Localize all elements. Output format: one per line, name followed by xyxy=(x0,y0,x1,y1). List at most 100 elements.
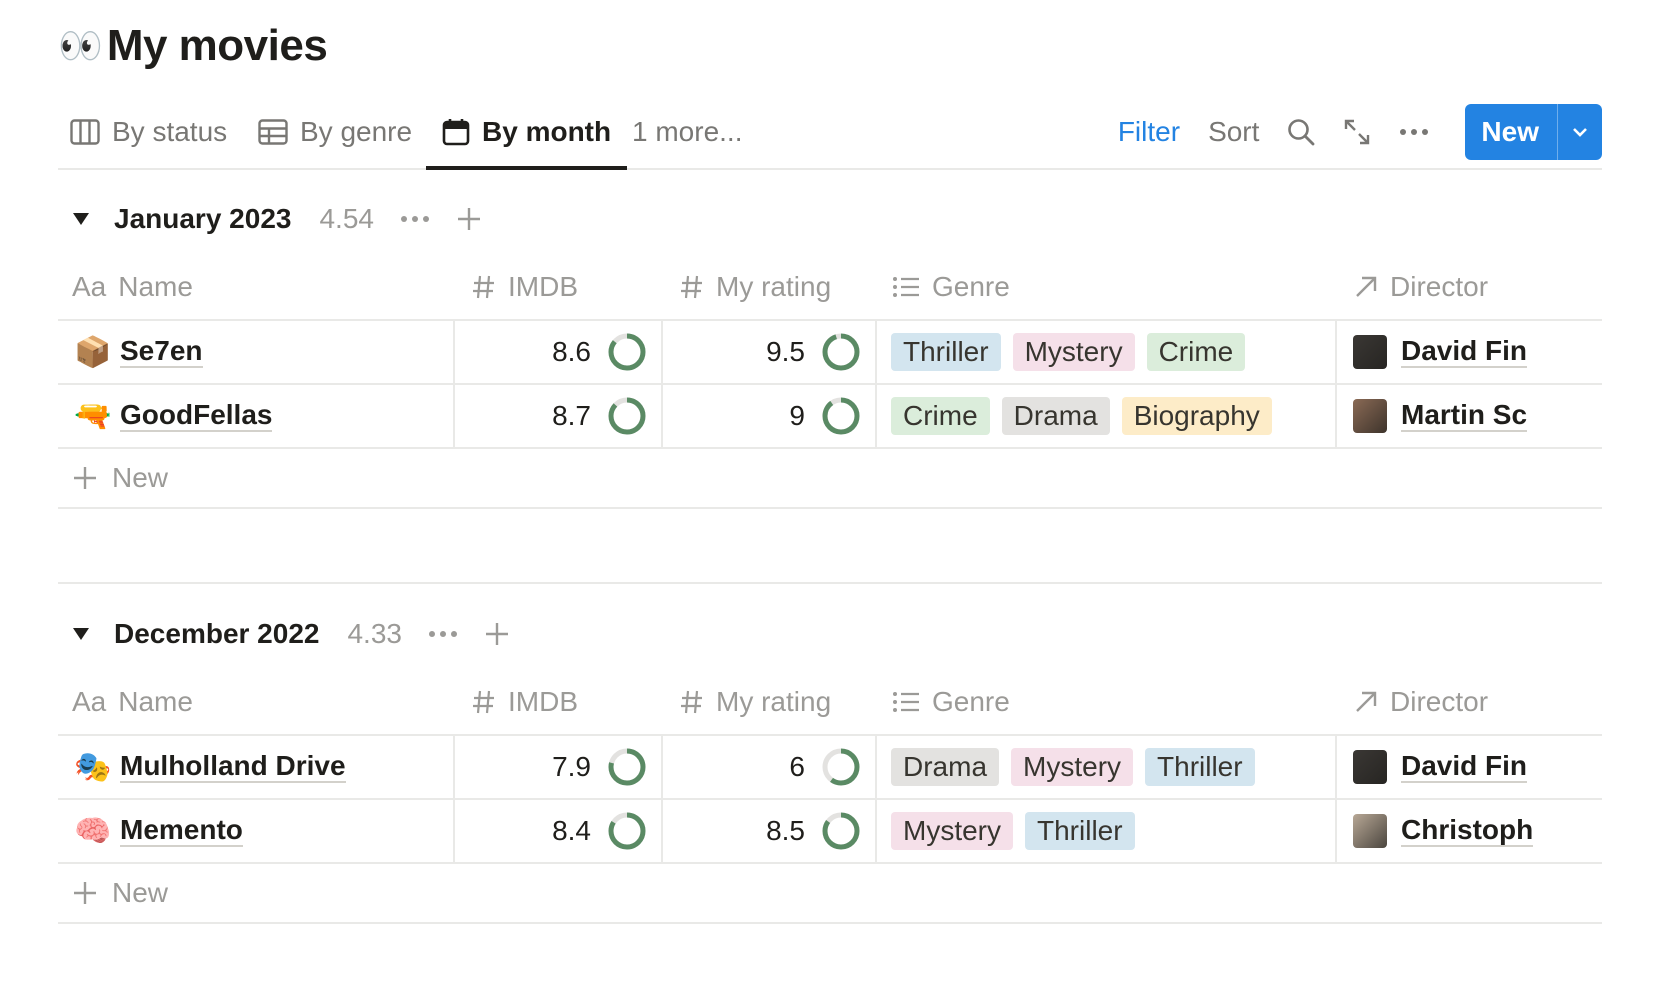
group-header: January 2023 4.54 xyxy=(58,183,1602,255)
rating-cell[interactable]: 8.5 xyxy=(664,811,875,851)
group-more-icon[interactable] xyxy=(400,215,430,223)
multi-select-property-icon xyxy=(892,690,920,714)
multi-select-property-icon xyxy=(892,275,920,299)
tab-by-genre[interactable]: By genre xyxy=(258,96,412,168)
director-cell[interactable]: David Fin xyxy=(1338,335,1602,369)
search-icon[interactable] xyxy=(1287,118,1315,146)
column-header-genre[interactable]: Genre xyxy=(876,255,1336,321)
director-link[interactable]: Martin Sc xyxy=(1401,400,1528,432)
movie-title-link[interactable]: Mulholland Drive xyxy=(120,751,346,783)
number-property-icon xyxy=(472,689,496,715)
name-cell[interactable]: 🧠 Memento xyxy=(58,814,453,849)
rating-cell[interactable]: 9.5 xyxy=(664,332,875,372)
collapse-triangle-icon[interactable] xyxy=(72,212,90,226)
progress-ring-icon xyxy=(822,812,860,850)
genre-tag[interactable]: Drama xyxy=(1001,397,1110,435)
genre-tag[interactable]: Thriller xyxy=(891,333,1001,371)
director-avatar xyxy=(1353,814,1387,848)
genre-tag[interactable]: Biography xyxy=(1121,397,1272,435)
group-divider xyxy=(58,582,1602,584)
genre-tag[interactable]: Mystery xyxy=(891,812,1013,850)
calendar-icon xyxy=(442,119,470,146)
genre-tag[interactable]: Drama xyxy=(891,748,1000,786)
page-emoji-icon[interactable]: 👀 xyxy=(58,25,103,67)
new-dropdown-button[interactable] xyxy=(1557,104,1602,160)
imdb-value: 7.9 xyxy=(552,751,591,782)
column-header-name[interactable]: Aa Name xyxy=(58,255,454,321)
genre-cell[interactable]: Thriller Mystery Crime xyxy=(878,333,1335,371)
table-row[interactable]: 📦 Se7en 8.6 9.5 Thriller Mystery Crime David Fi… xyxy=(58,320,1602,385)
director-avatar xyxy=(1353,399,1387,433)
director-cell[interactable]: Christoph xyxy=(1338,814,1602,848)
name-cell[interactable]: 📦 Se7en xyxy=(58,335,453,370)
director-cell[interactable]: David Fin xyxy=(1338,750,1602,784)
text-property-icon: Aa xyxy=(72,271,107,302)
more-views-button[interactable]: 1 more... xyxy=(632,96,742,168)
table-row[interactable]: 🧠 Memento 8.4 8.5 Mystery Thriller Christoph xyxy=(58,799,1602,864)
group-average: 4.33 xyxy=(347,618,402,649)
imdb-cell[interactable]: 8.7 xyxy=(456,396,661,436)
relation-property-icon xyxy=(1354,690,1378,714)
column-header-director[interactable]: Director xyxy=(1336,670,1602,736)
filter-button[interactable]: Filter xyxy=(1118,116,1180,148)
movies-table: Aa Name IMDB My rating Genre Director 📦 Se… xyxy=(58,255,1602,449)
rating-cell[interactable]: 9 xyxy=(664,396,875,436)
more-options-icon[interactable] xyxy=(1399,128,1429,136)
column-header-imdb[interactable]: IMDB xyxy=(454,670,662,736)
imdb-cell[interactable]: 8.4 xyxy=(456,811,661,851)
collapse-triangle-icon[interactable] xyxy=(72,627,90,641)
genre-tag[interactable]: Thriller xyxy=(1145,748,1255,786)
tab-by-month[interactable]: By month xyxy=(425,96,628,170)
column-header-genre[interactable]: Genre xyxy=(876,670,1336,736)
genre-tag[interactable]: Mystery xyxy=(1011,748,1134,786)
group-add-icon[interactable] xyxy=(456,206,482,232)
director-link[interactable]: Christoph xyxy=(1401,815,1534,847)
column-label: Name xyxy=(118,686,193,717)
genre-tag[interactable]: Crime xyxy=(1146,333,1246,371)
movie-title-link[interactable]: Se7en xyxy=(120,336,203,368)
movie-title-link[interactable]: Memento xyxy=(120,815,243,847)
name-cell[interactable]: 🎭 Mulholland Drive xyxy=(58,750,453,785)
genre-cell[interactable]: Mystery Thriller xyxy=(878,812,1335,850)
name-cell[interactable]: 🔫 GoodFellas xyxy=(58,399,453,434)
add-new-row-button[interactable]: New xyxy=(58,864,1602,924)
genre-cell[interactable]: Crime Drama Biography xyxy=(878,397,1335,435)
imdb-cell[interactable]: 7.9 xyxy=(456,747,661,787)
new-button-group: New xyxy=(1465,104,1602,160)
new-button[interactable]: New xyxy=(1465,104,1557,160)
relation-property-icon xyxy=(1354,275,1378,299)
director-cell[interactable]: Martin Sc xyxy=(1338,399,1602,433)
director-link[interactable]: David Fin xyxy=(1401,336,1528,368)
genre-tag[interactable]: Thriller xyxy=(1025,812,1135,850)
rating-value: 9.5 xyxy=(766,336,805,367)
movie-title-link[interactable]: GoodFellas xyxy=(120,400,273,432)
movie-emoji-icon: 📦 xyxy=(74,335,112,369)
genre-tag[interactable]: Mystery xyxy=(1012,333,1135,371)
expand-icon[interactable] xyxy=(1343,118,1371,146)
add-new-row-button[interactable]: New xyxy=(58,449,1602,509)
column-header-director[interactable]: Director xyxy=(1336,255,1602,321)
group-add-icon[interactable] xyxy=(484,621,510,647)
view-bar: By status By genre By month 1 more... Fi… xyxy=(58,96,1602,170)
column-header-my-rating[interactable]: My rating xyxy=(662,255,876,321)
table-row[interactable]: 🎭 Mulholland Drive 7.9 6 Drama Mystery Thrille… xyxy=(58,735,1602,800)
column-header-my-rating[interactable]: My rating xyxy=(662,670,876,736)
group-more-icon[interactable] xyxy=(428,630,458,638)
imdb-value: 8.7 xyxy=(552,400,591,431)
page-title[interactable]: My movies xyxy=(107,21,328,71)
tab-by-status[interactable]: By status xyxy=(70,96,227,168)
new-row-label: New xyxy=(112,462,169,493)
column-label: My rating xyxy=(716,686,832,717)
table-row[interactable]: 🔫 GoodFellas 8.7 9 Crime Drama Biography Martin… xyxy=(58,384,1602,449)
progress-ring-icon xyxy=(608,397,646,435)
genre-tag[interactable]: Crime xyxy=(891,397,990,435)
tab-label: By status xyxy=(112,116,228,147)
column-header-name[interactable]: Aa Name xyxy=(58,670,454,736)
column-header-imdb[interactable]: IMDB xyxy=(454,255,662,321)
imdb-cell[interactable]: 8.6 xyxy=(456,332,661,372)
genre-cell[interactable]: Drama Mystery Thriller xyxy=(878,748,1335,786)
rating-cell[interactable]: 6 xyxy=(664,747,875,787)
director-link[interactable]: David Fin xyxy=(1401,751,1528,783)
sort-button[interactable]: Sort xyxy=(1208,116,1259,148)
director-avatar xyxy=(1353,335,1387,369)
